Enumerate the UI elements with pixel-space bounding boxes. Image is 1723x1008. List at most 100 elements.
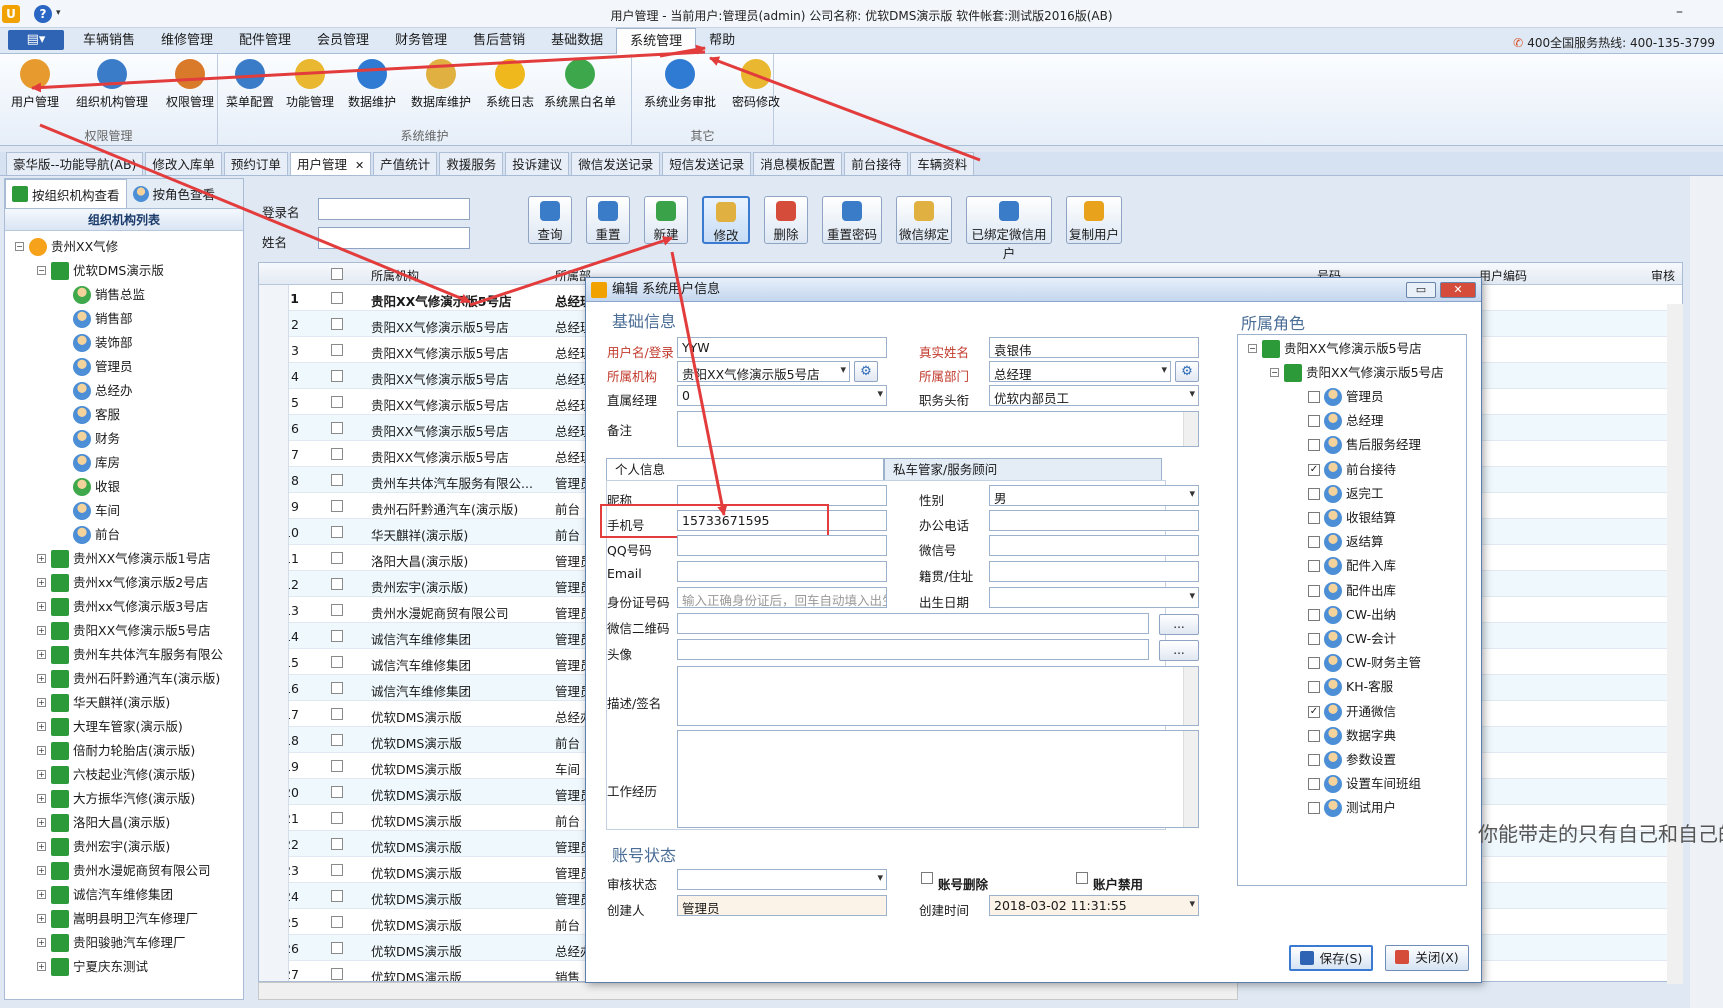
role-checkbox[interactable] <box>1308 439 1320 452</box>
row-checkbox[interactable] <box>331 552 343 564</box>
tree-org[interactable]: + 贵州宏宇(演示版) <box>5 835 243 859</box>
role-checkbox[interactable] <box>1308 391 1320 403</box>
ribbon-button-0-0[interactable]: 用户管理 <box>6 56 64 110</box>
row-checkbox[interactable] <box>331 968 343 980</box>
doc-tab-8[interactable]: 短信发送记录 <box>662 152 752 175</box>
expand-icon[interactable]: + <box>37 554 46 563</box>
toolbar-button-7[interactable]: 已绑定微信用户 <box>966 196 1052 261</box>
expand-icon[interactable]: + <box>37 818 46 827</box>
role-checkbox[interactable] <box>1308 754 1320 766</box>
doc-tab-1[interactable]: 修改入库单 <box>145 152 222 175</box>
email-input[interactable] <box>677 561 887 582</box>
role-checkbox[interactable] <box>1308 633 1320 645</box>
tree-dept[interactable]: 客服 <box>5 403 243 427</box>
tree-dept[interactable]: 财务 <box>5 427 243 451</box>
ribbon-button-2-1[interactable]: 密码修改 <box>728 56 784 110</box>
save-button[interactable]: 保存(S) <box>1289 945 1373 971</box>
row-checkbox[interactable] <box>331 656 343 668</box>
dept-picker-gear-icon[interactable]: ⚙ <box>1175 361 1199 382</box>
doc-tab-4[interactable]: 产值统计 <box>373 152 438 175</box>
role-checkbox[interactable] <box>1308 608 1320 621</box>
expand-icon[interactable]: + <box>37 674 46 683</box>
ribbon-button-1-5[interactable]: 系统黑白名单 <box>544 56 616 110</box>
ribbon-button-1-2[interactable]: 数据维护 <box>344 56 400 110</box>
tree-dept[interactable]: 总经办 <box>5 379 243 403</box>
ribbon-button-1-3[interactable]: 数据库维护 <box>406 56 476 110</box>
tree-dept[interactable]: 车间 <box>5 499 243 523</box>
row-checkbox[interactable] <box>331 292 343 304</box>
doc-tab-0[interactable]: 豪华版--功能导航(AB) <box>6 152 144 175</box>
ribbon-button-1-0[interactable]: 菜单配置 <box>224 56 276 110</box>
ribbon-button-1-1[interactable]: 功能管理 <box>282 56 338 110</box>
role-checkbox[interactable] <box>1308 657 1320 670</box>
audit-status-select[interactable] <box>677 869 887 890</box>
expand-icon[interactable]: + <box>37 794 46 803</box>
tree-dept[interactable]: 装饰部 <box>5 331 243 355</box>
role-checkbox[interactable]: ✓ <box>1308 463 1320 476</box>
tree-org[interactable]: + 贵州XX气修演示版1号店 <box>5 547 243 571</box>
idcard-input[interactable]: 输入正确身份证后，回车自动填入出生日期 <box>677 587 887 608</box>
doc-tab-2[interactable]: 预约订单 <box>223 152 288 175</box>
tree-dept[interactable]: 前台 <box>5 523 243 547</box>
doc-tab-9[interactable]: 消息模板配置 <box>753 152 843 175</box>
description-textarea[interactable] <box>677 666 1199 726</box>
tree-org[interactable]: + 大方振华汽修(演示版) <box>5 787 243 811</box>
tree-org[interactable]: + 华天麒祥(演示版) <box>5 691 243 715</box>
toolbar-button-5[interactable]: 重置密码 <box>822 196 882 244</box>
avatar-input[interactable] <box>677 639 1149 660</box>
menu-tab-5[interactable]: 售后营销 <box>460 28 538 54</box>
vertical-scrollbar[interactable] <box>1667 304 1683 984</box>
real-name-input[interactable]: 袁银伟 <box>989 337 1199 358</box>
ribbon-button-0-1[interactable]: 组织机构管理 <box>70 56 154 110</box>
row-checkbox[interactable] <box>331 838 343 850</box>
tree-org[interactable]: + 诚信汽车维修集团 <box>5 883 243 907</box>
app-menu-button[interactable]: ▤▾ <box>8 30 64 50</box>
minimize-icon[interactable]: – <box>1676 4 1683 20</box>
doc-tab-11[interactable]: 车辆资料 <box>910 152 975 175</box>
toolbar-button-1[interactable]: 重置 <box>586 196 630 244</box>
role-checkbox[interactable] <box>1308 802 1320 815</box>
toolbar-button-4[interactable]: 删除 <box>764 196 808 244</box>
wechat-qrcode-input[interactable] <box>677 613 1149 634</box>
doc-tab-6[interactable]: 投诉建议 <box>505 152 570 175</box>
tree-org[interactable]: + 贵州石阡黔通汽车(演示版) <box>5 667 243 691</box>
remark-textarea[interactable] <box>677 411 1199 447</box>
expand-icon[interactable]: + <box>37 866 46 875</box>
tree-org[interactable]: + 六枝起业汽修(演示版) <box>5 763 243 787</box>
collapse-icon[interactable]: − <box>15 242 24 251</box>
tree-org[interactable]: + 倍耐力轮胎店(演示版) <box>5 739 243 763</box>
expand-icon[interactable]: + <box>37 650 46 659</box>
role-checkbox[interactable] <box>1308 584 1320 597</box>
row-checkbox[interactable] <box>331 916 343 928</box>
row-checkbox[interactable] <box>331 682 343 694</box>
horizontal-scrollbar[interactable] <box>258 982 1238 1000</box>
col-org[interactable]: 所属机构 <box>371 267 419 284</box>
gender-select[interactable]: 男 <box>989 485 1199 506</box>
col-user-code[interactable]: 用户编码 <box>1479 267 1527 284</box>
row-checkbox[interactable] <box>331 812 343 824</box>
select-all-checkbox[interactable] <box>331 268 343 280</box>
role-checkbox[interactable] <box>1308 681 1320 694</box>
expand-icon[interactable]: + <box>37 890 46 899</box>
tree-dept[interactable]: 销售部 <box>5 307 243 331</box>
expand-icon[interactable]: + <box>37 770 46 779</box>
toolbar-button-8[interactable]: 复制用户 <box>1066 196 1122 244</box>
avatar-browse-button[interactable]: ... <box>1159 640 1199 661</box>
row-checkbox[interactable] <box>331 474 343 486</box>
delete-account-checkbox[interactable] <box>921 872 933 884</box>
tree-dept[interactable]: 管理员 <box>5 355 243 379</box>
disable-account-checkbox[interactable] <box>1076 872 1088 884</box>
collapse-icon[interactable]: − <box>1270 368 1279 377</box>
tree-org[interactable]: + 贵阳骏驰汽车修理厂 <box>5 931 243 955</box>
dialog-minimize-button[interactable]: ▭ <box>1406 282 1436 298</box>
wechat-id-input[interactable] <box>989 535 1199 556</box>
menu-tab-8[interactable]: 帮助 <box>696 28 748 54</box>
dialog-close-button[interactable]: ✕ <box>1440 282 1476 298</box>
tree-branch[interactable]: − 优软DMS演示版 <box>5 259 243 283</box>
menu-tab-4[interactable]: 财务管理 <box>382 28 460 54</box>
toolbar-button-3[interactable]: 修改 <box>702 196 750 244</box>
toolbar-button-0[interactable]: 查询 <box>528 196 572 244</box>
row-checkbox[interactable] <box>331 864 343 876</box>
dept-select[interactable]: 总经理 <box>989 361 1171 382</box>
menu-tab-3[interactable]: 会员管理 <box>304 28 382 54</box>
